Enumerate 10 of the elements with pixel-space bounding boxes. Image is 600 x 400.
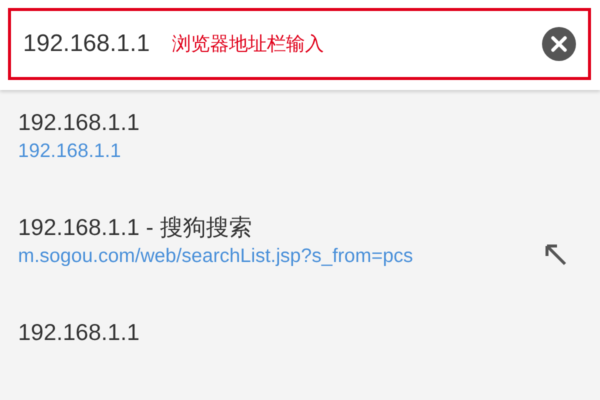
suggestion-title[interactable]: 192.168.1.1 - 搜狗搜索 <box>18 211 544 243</box>
suggestion-url: 192.168.1.1 <box>18 139 122 164</box>
suggestion-title[interactable]: 192.168.1.1 <box>18 106 568 138</box>
address-field[interactable]: 192.168.1.1 浏览器地址栏输入 <box>8 8 591 80</box>
suggestion-title[interactable]: 192.168.1.1 <box>18 316 568 348</box>
arrow-icon[interactable] <box>544 243 568 267</box>
suggestion-url: m.sogou.com/web/searchList.jsp?s_from=pcs <box>18 244 414 269</box>
address-text: 192.168.1.1 <box>23 30 150 58</box>
annotation-text: 浏览器地址栏输入 <box>172 32 325 57</box>
clear-icon[interactable] <box>542 27 576 61</box>
